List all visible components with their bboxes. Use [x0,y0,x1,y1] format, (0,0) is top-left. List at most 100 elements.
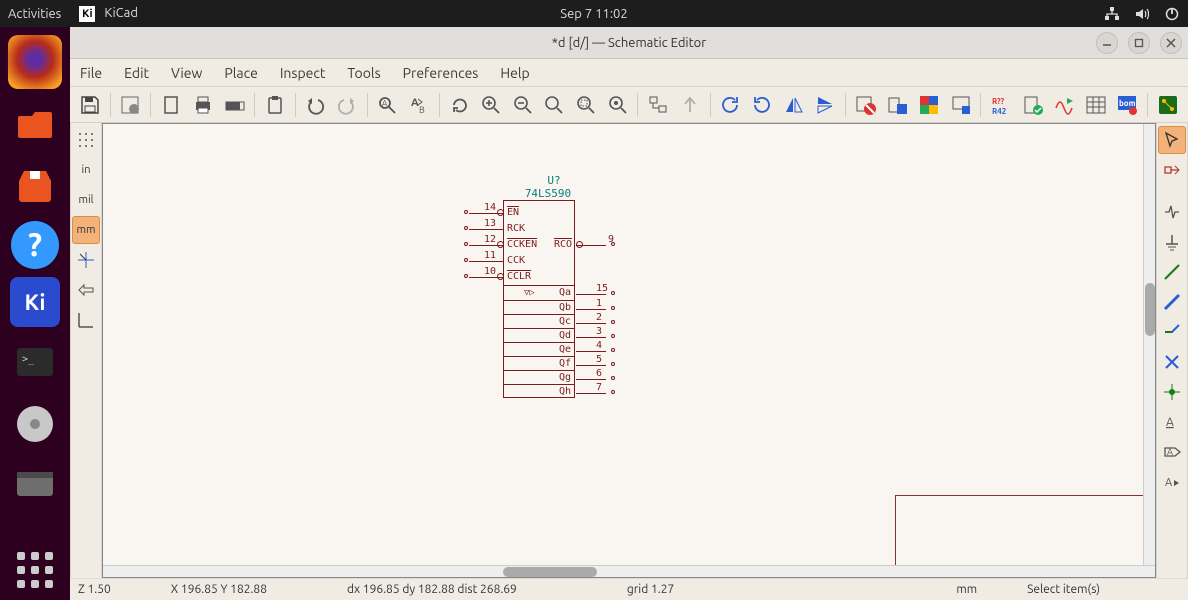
rotate-cw-icon[interactable] [746,89,778,121]
kicad-window: *d [d/] — Schematic Editor File Edit Vie… [70,27,1188,600]
dock-kicad[interactable]: Ki [10,277,60,327]
add-bus-icon[interactable] [1158,288,1186,316]
add-label-icon[interactable]: A [1158,408,1186,436]
mirror-h-icon[interactable] [778,89,810,121]
menubar: File Edit View Place Inspect Tools Prefe… [70,59,1188,87]
right-toolbar: A A A [1156,123,1188,578]
h-scrollbar[interactable] [103,565,1155,577]
svg-text:B: B [419,105,425,115]
component-value: 74LS590 [521,187,575,200]
activities-button[interactable]: Activities [8,7,61,21]
status-xy: X 196.85 Y 182.88 [171,583,267,596]
menu-preferences[interactable]: Preferences [403,65,479,81]
status-units: mm [956,583,977,596]
statusbar: Z 1.50 X 196.85 Y 182.88 dx 196.85 dy 18… [70,578,1188,600]
menu-edit[interactable]: Edit [124,65,149,81]
zoom-selection-icon[interactable] [570,89,602,121]
hierarchy-nav-icon[interactable] [642,89,674,121]
menu-help[interactable]: Help [500,65,529,81]
menu-inspect[interactable]: Inspect [280,65,326,81]
canvas[interactable]: U? 74LS590 14EN13RCK12CCKEN11CCK10CCLR R… [102,123,1156,578]
free-angle-icon[interactable] [72,306,100,334]
schematic-symbol[interactable]: U? 74LS590 14EN13RCK12CCKEN11CCK10CCLR R… [463,174,575,398]
units-mil-button[interactable]: mil [72,186,100,214]
replace-icon[interactable]: AB [403,89,435,121]
dock-help[interactable]: ? [11,221,59,269]
main-toolbar: A AB R??R42 bom [70,87,1188,123]
add-global-label-icon[interactable]: A [1158,438,1186,466]
pcb-editor-icon[interactable] [1152,89,1184,121]
active-app-indicator[interactable]: Ki KiCad [79,6,138,22]
dock-disk[interactable] [8,397,62,451]
zoom-in-icon[interactable] [475,89,507,121]
zoom-object-icon[interactable] [602,89,634,121]
footprint-assign-icon[interactable] [945,89,977,121]
add-junction-icon[interactable] [1158,378,1186,406]
menu-view[interactable]: View [171,65,202,81]
add-wire-icon[interactable] [1158,258,1186,286]
status-dxy: dx 196.85 dy 182.88 dist 268.69 [347,583,517,596]
svg-text:bom: bom [1119,99,1136,108]
refresh-icon[interactable] [444,89,476,121]
kicad-app-icon: Ki [79,6,95,22]
add-symbol-icon[interactable] [1158,198,1186,226]
no-connect-icon[interactable] [1158,348,1186,376]
simulator-icon[interactable] [1048,89,1080,121]
network-icon[interactable] [1104,6,1120,22]
undo-icon[interactable] [300,89,332,121]
clock[interactable]: Sep 7 11:02 [560,7,627,21]
redo-icon[interactable] [331,89,363,121]
highlight-net-icon[interactable] [1158,156,1186,184]
erc-check-icon[interactable] [1017,89,1049,121]
show-applications[interactable] [17,552,53,588]
power-icon[interactable] [1164,6,1180,22]
units-in-button[interactable]: in [72,156,100,184]
mirror-v-icon[interactable] [809,89,841,121]
dock-app[interactable] [8,459,62,513]
hidden-pins-icon[interactable] [72,276,100,304]
volume-icon[interactable] [1134,6,1150,22]
select-tool-icon[interactable] [1158,126,1186,154]
zoom-out-icon[interactable] [507,89,539,121]
v-scrollbar[interactable] [1143,124,1155,565]
minimize-button[interactable] [1096,32,1118,54]
rotate-ccw-icon[interactable] [715,89,747,121]
svg-text:R??: R?? [992,97,1005,106]
status-msg: Select item(s) [1027,583,1100,596]
schematic-setup-icon[interactable] [115,89,147,121]
leave-sheet-icon[interactable] [674,89,706,121]
close-button[interactable] [1160,32,1182,54]
add-hier-label-icon[interactable]: A [1158,468,1186,496]
erc-icon[interactable] [850,89,882,121]
maximize-button[interactable] [1128,32,1150,54]
os-topbar: Activities Ki KiCad Sep 7 11:02 [0,0,1188,27]
menu-file[interactable]: File [80,65,102,81]
svg-text:A: A [1166,416,1174,429]
paste-icon[interactable] [259,89,291,121]
dock-files[interactable] [8,97,62,151]
fields-editor-icon[interactable] [1080,89,1112,121]
grid-toggle-icon[interactable] [72,126,100,154]
add-power-icon[interactable] [1158,228,1186,256]
units-mm-button[interactable]: mm [72,216,100,244]
dock-software[interactable] [8,159,62,213]
menu-place[interactable]: Place [224,65,257,81]
zoom-fit-icon[interactable] [539,89,571,121]
print-icon[interactable] [187,89,219,121]
cursor-shape-icon[interactable] [72,246,100,274]
titlebar[interactable]: *d [d/] — Schematic Editor [70,27,1188,59]
save-icon[interactable] [74,89,106,121]
sym-browser-icon[interactable] [913,89,945,121]
svg-text:A: A [411,97,419,109]
plot-icon[interactable] [218,89,250,121]
dock-terminal[interactable]: >_ [8,335,62,389]
dock-firefox[interactable] [8,35,62,89]
menu-tools[interactable]: Tools [347,65,380,81]
page-settings-icon[interactable] [155,89,187,121]
annotate-icon[interactable]: R??R42 [985,89,1017,121]
find-icon[interactable]: A [372,89,404,121]
dock: ? Ki >_ [0,27,70,600]
add-bus-entry-icon[interactable] [1158,318,1186,346]
bom-icon[interactable]: bom [1112,89,1144,121]
sym-editor-icon[interactable] [882,89,914,121]
